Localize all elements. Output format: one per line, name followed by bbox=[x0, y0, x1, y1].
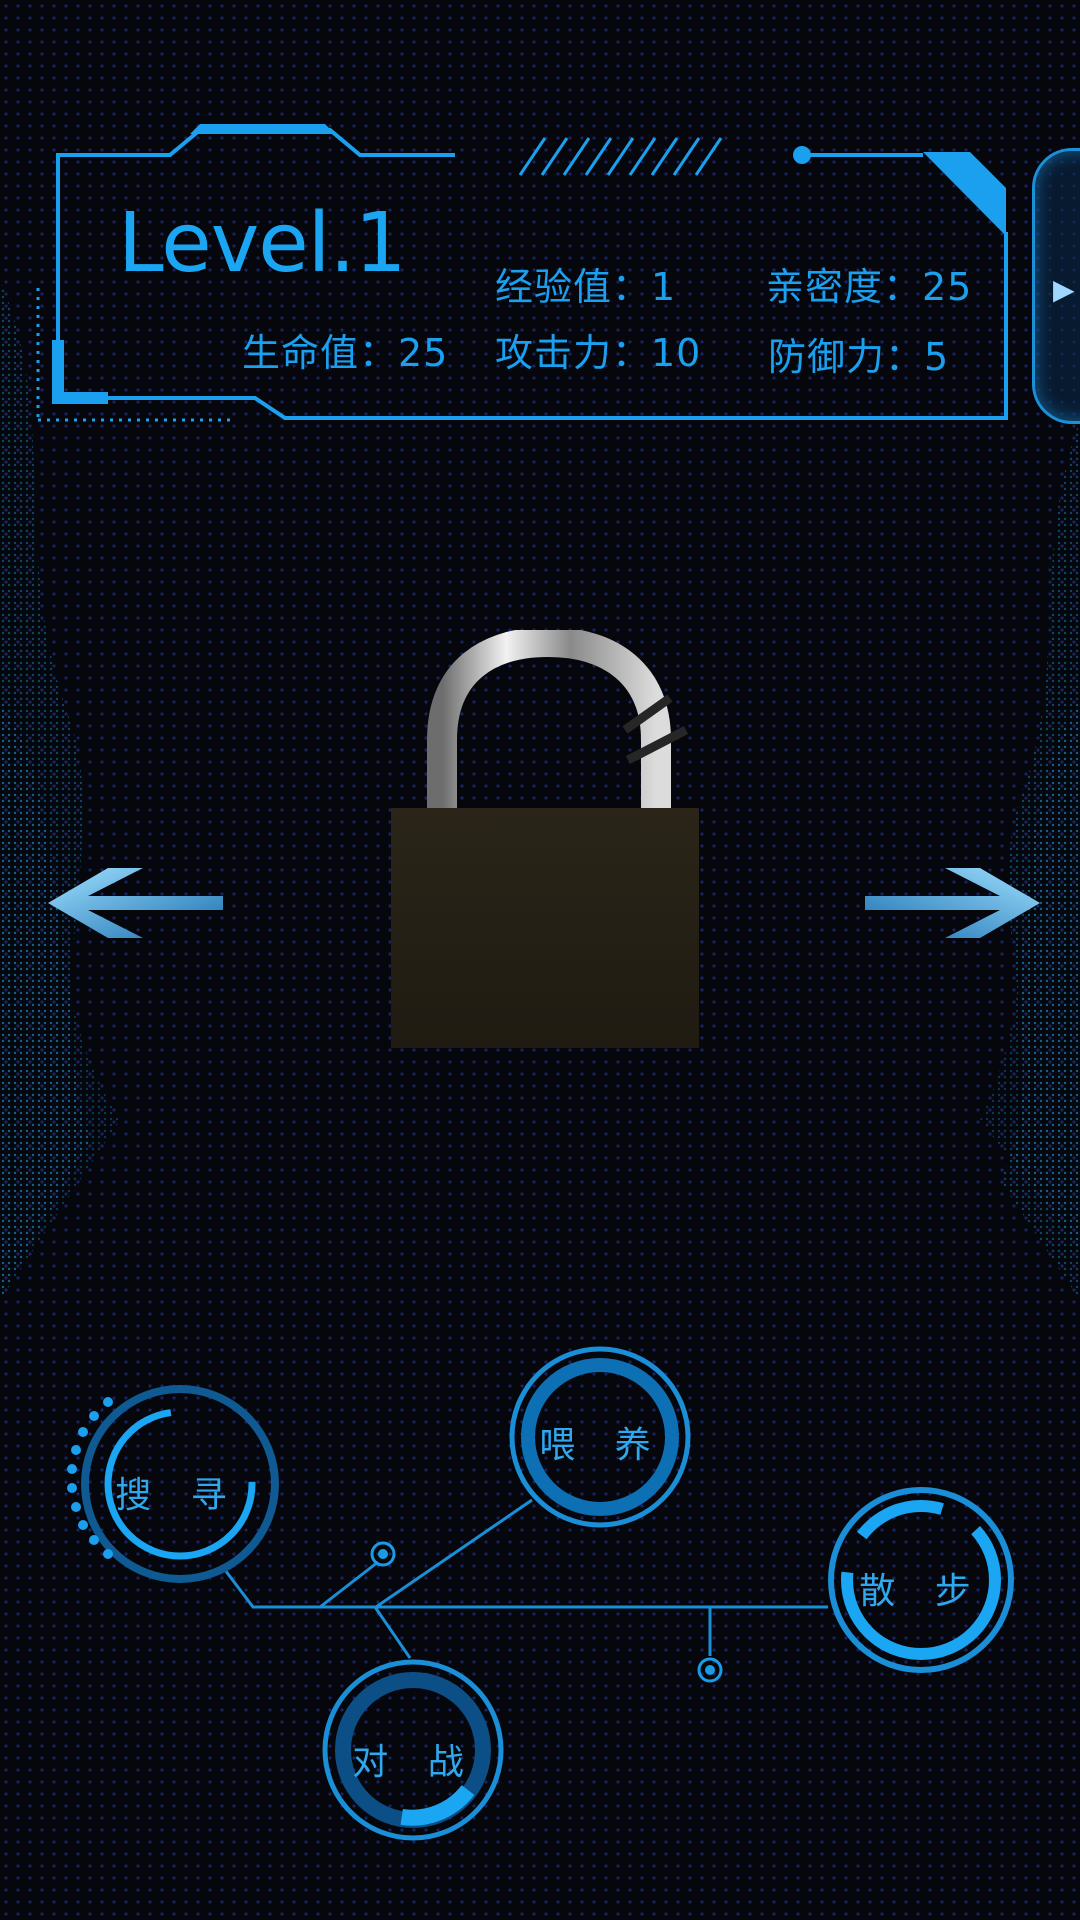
battle-button[interactable]: 对 战 bbox=[315, 1733, 515, 1785]
search-button[interactable]: 搜 寻 bbox=[78, 1466, 278, 1518]
padlock-icon[interactable] bbox=[391, 808, 699, 1048]
play-triangle-icon: ▶ bbox=[1053, 273, 1075, 306]
right-arrow-icon[interactable] bbox=[865, 866, 1040, 940]
intimacy-stat: 亲密度：25 bbox=[766, 265, 973, 309]
feed-button[interactable]: 喂 养 bbox=[502, 1416, 702, 1468]
exp-stat: 经验值：1 bbox=[495, 265, 677, 309]
pet-level: Level.1 bbox=[118, 196, 407, 291]
defense-stat: 防御力：5 bbox=[768, 335, 950, 379]
side-menu-tab[interactable]: ▶ bbox=[1032, 148, 1080, 424]
left-arrow-icon[interactable] bbox=[48, 866, 223, 940]
padlock-shackle bbox=[427, 630, 689, 820]
attack-stat: 攻击力：10 bbox=[495, 331, 702, 375]
hp-stat: 生命值：25 bbox=[242, 331, 449, 375]
walk-button[interactable]: 散 步 bbox=[822, 1562, 1022, 1614]
